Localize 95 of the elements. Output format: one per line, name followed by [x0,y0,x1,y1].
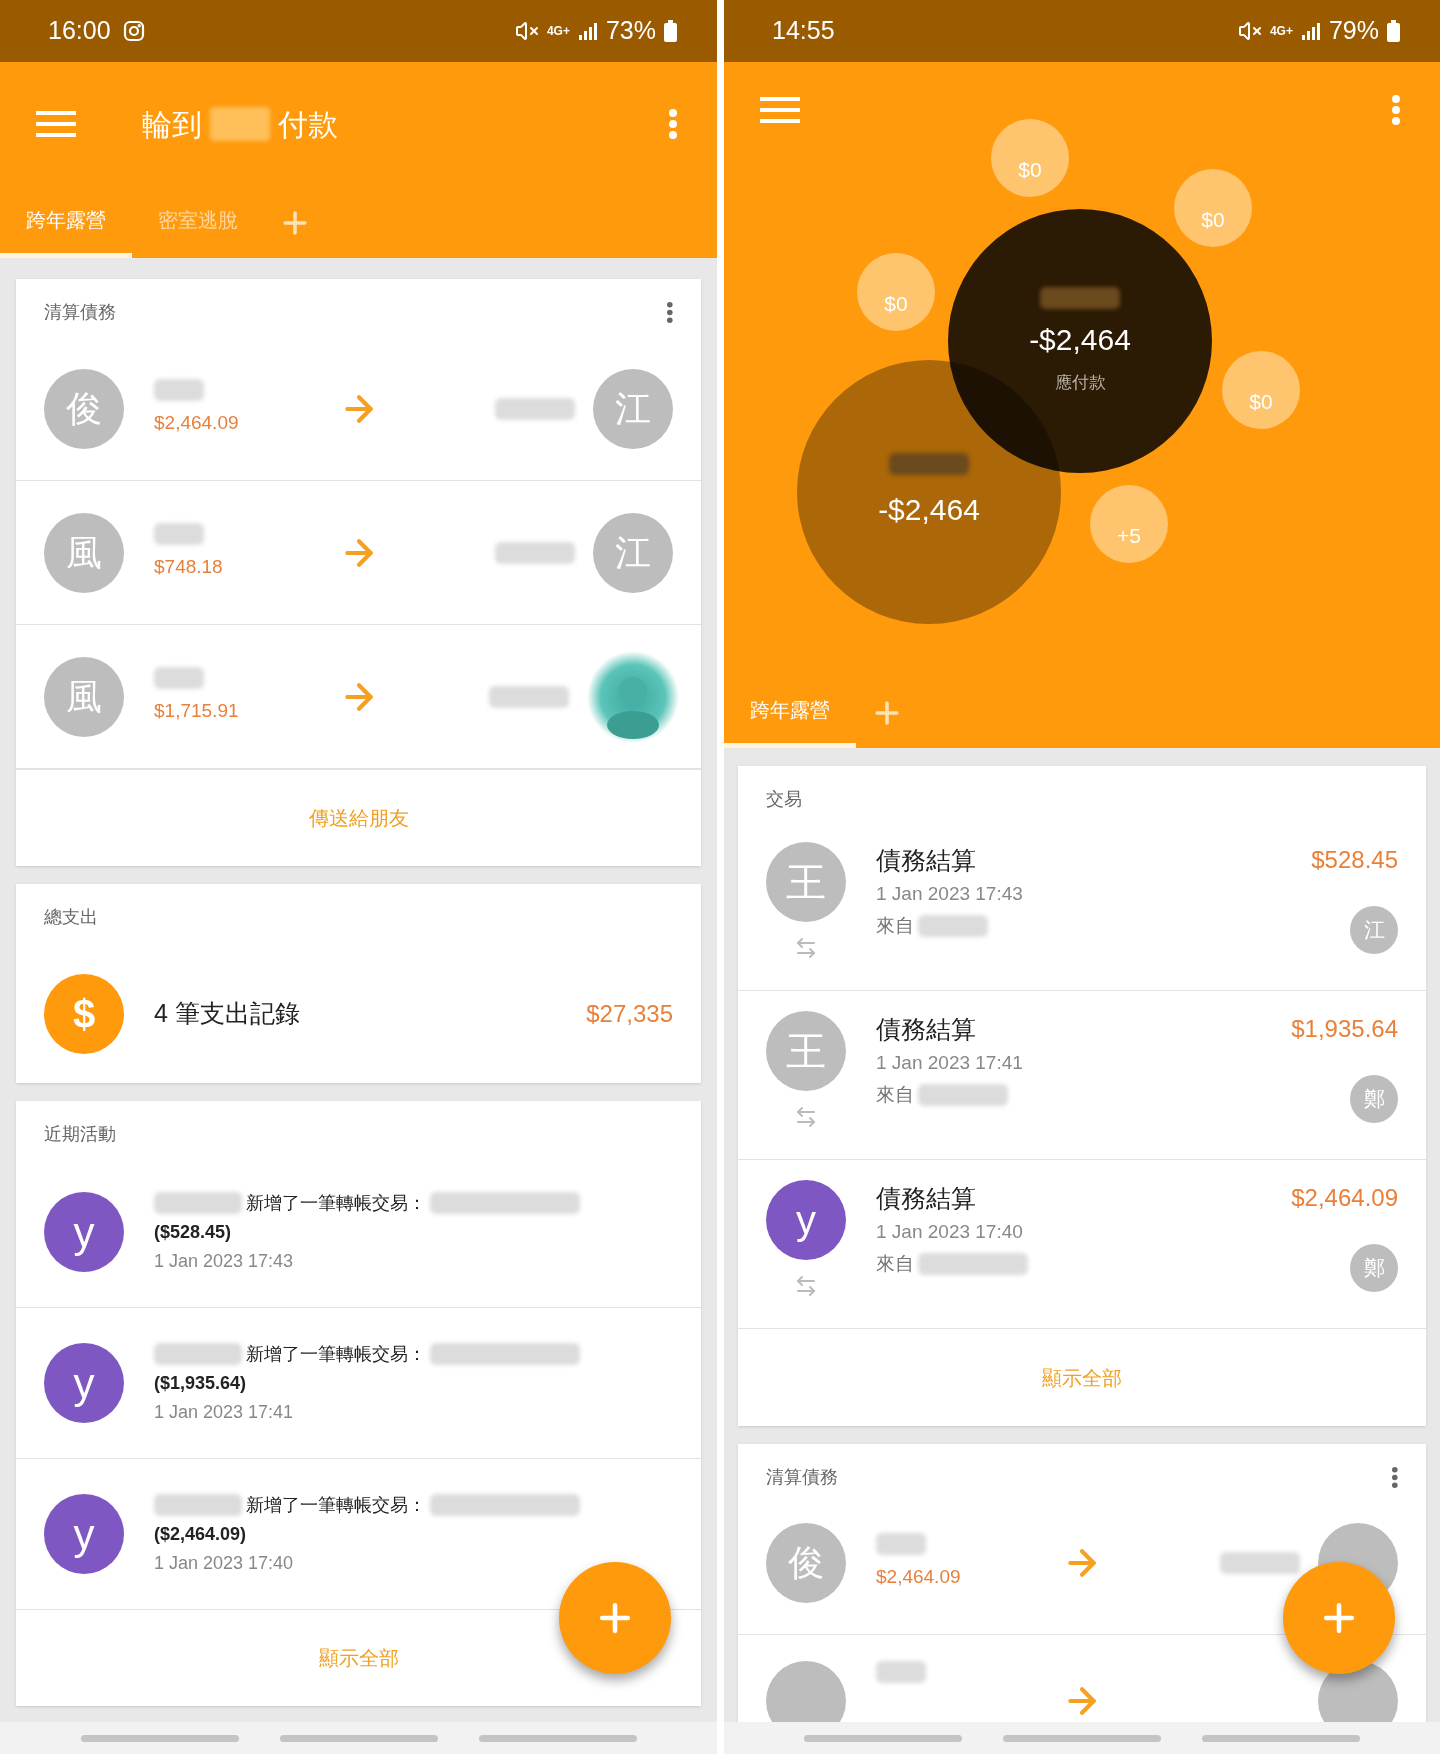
activity-time: 1 Jan 2023 17:41 [154,1400,295,1424]
activity-text: 新增了一筆轉帳交易： [246,1191,426,1215]
transaction-time: 1 Jan 2023 17:40 [876,1219,1024,1244]
transfer-icon [794,1274,818,1298]
balance-bubble[interactable]: $0 [857,253,935,331]
more-options-icon[interactable] [667,302,673,323]
transaction-amount: $1,935.64 [1291,1014,1398,1044]
redacted-text [154,523,204,546]
nav-handle[interactable] [804,1734,963,1742]
show-all-link[interactable]: 顯示全部 [318,1643,399,1673]
avatar: 江 [593,512,673,593]
nav-handle[interactable] [1201,1734,1360,1742]
more-options-icon[interactable] [1392,1467,1398,1488]
transaction-title: 債務結算 [876,1014,977,1045]
signal-icon [577,21,598,41]
from-label: 來自 [876,1083,914,1107]
nav-handle[interactable] [80,1734,239,1742]
activity-amount: ($528.45) [154,1220,233,1244]
avatar: 俊 [766,1522,846,1603]
total-amount: $27,335 [586,998,673,1029]
transaction-time: 1 Jan 2023 17:41 [876,1050,1024,1075]
avatar: 鄭 [1350,1075,1398,1123]
avatar: 王 [766,1011,846,1091]
avatar: 江 [593,368,673,449]
from-label: 來自 [876,1252,914,1276]
card-title: 清算債務 [44,301,116,324]
transaction-title: 債務結算 [876,1183,977,1214]
menu-icon[interactable] [760,96,800,124]
balance-amount: -$2,464 [1029,321,1131,358]
card-title: 近期活動 [44,1123,116,1146]
avatar: y [44,1192,124,1272]
tab[interactable]: 跨年露營 [724,676,856,748]
debt-amount: $748.18 [154,555,223,580]
mute-icon [1237,19,1262,43]
debt-amount: $2,464.09 [876,1565,961,1590]
balance-bubble[interactable]: +5 [1090,485,1168,563]
clock-time: 16:00 [48,15,111,47]
transfer-icon [794,936,818,960]
menu-icon[interactable] [36,110,76,138]
avatar: 風 [44,512,124,593]
activity-amount: ($2,464.09) [154,1522,248,1546]
avatar: 王 [766,842,846,922]
from-label: 來自 [876,914,914,938]
redacted-text [876,1533,926,1556]
balance-bubble[interactable]: $0 [991,119,1069,197]
debt-amount: $1,715.91 [154,699,239,724]
transaction-title: 債務結算 [876,845,977,876]
transaction-time: 1 Jan 2023 17:43 [876,881,1024,906]
nav-handle[interactable] [1003,1734,1161,1742]
card-title: 總支出 [44,906,98,929]
network-type: 4G+ [1269,25,1293,37]
balance-amount: -$2,464 [878,491,980,528]
avatar: 鄭 [1350,1244,1398,1292]
battery-icon [664,20,677,42]
battery-icon [1387,20,1400,42]
network-type: 4G+ [546,25,570,37]
camera-app-icon [122,20,145,42]
activity-time: 1 Jan 2023 17:40 [154,1551,295,1575]
avatar: 江 [1350,906,1398,954]
nav-handle[interactable] [279,1734,438,1742]
clock-time: 14:55 [772,15,835,47]
avatar: y [766,1180,846,1260]
activity-amount: ($1,935.64) [154,1371,248,1395]
card-title: 交易 [766,788,802,811]
redacted-text [154,667,204,690]
avatar: y [44,1343,124,1423]
mute-icon [514,19,539,43]
avatar: 俊 [44,368,124,449]
tab[interactable]: 跨年露營 [0,186,132,258]
card-title: 清算債務 [766,1466,838,1489]
app-title: 付款 [278,106,338,143]
nav-handle[interactable] [478,1734,637,1742]
activity-text: 新增了一筆轉帳交易： [246,1493,426,1517]
transaction-amount: $528.45 [1311,845,1398,875]
debt-amount: $2,464.09 [154,411,239,436]
transfer-icon [794,1105,818,1129]
battery-percent: 79% [1328,15,1379,47]
expense-count: 4 筆支出記錄 [154,997,301,1029]
app-title: 輪到 [142,106,202,143]
redacted-text [210,107,270,141]
avatar: y [44,1494,124,1574]
balance-bubble[interactable]: $0 [1222,351,1300,429]
send-to-friends-link[interactable]: 傳送給朋友 [308,803,409,833]
activity-time: 1 Jan 2023 17:43 [154,1249,295,1273]
tab[interactable]: 密室逃脫 [132,186,264,258]
redacted-text [154,379,204,402]
redacted-text [918,915,988,938]
avatar: $ [44,973,124,1054]
redacted-text [876,1661,926,1683]
transaction-amount: $2,464.09 [1291,1183,1398,1213]
activity-text: 新增了一筆轉帳交易： [246,1342,426,1366]
show-all-link[interactable]: 顯示全部 [1042,1362,1122,1393]
avatar: 風 [44,656,124,737]
signal-icon [1300,21,1321,41]
battery-percent: 73% [605,15,656,47]
